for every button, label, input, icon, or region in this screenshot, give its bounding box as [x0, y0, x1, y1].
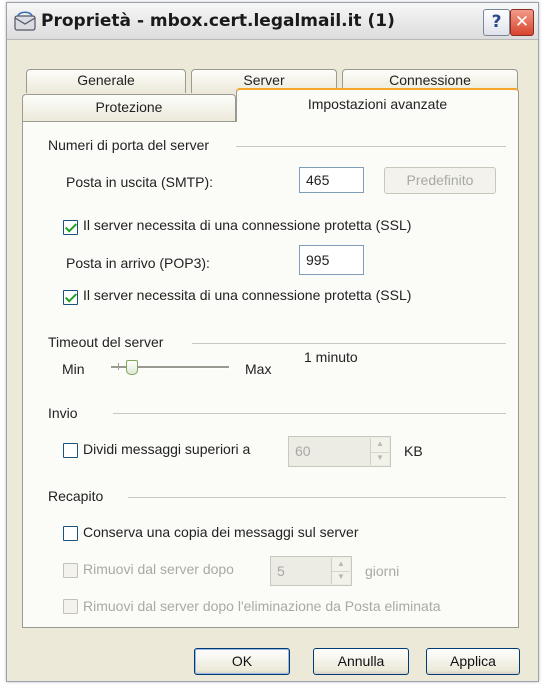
remove-after-days-input[interactable]: 5 ▲ ▼ [270, 556, 352, 586]
pop3-port-input[interactable]: 995 [299, 245, 364, 275]
apply-button[interactable]: Applica [426, 648, 520, 675]
group-divider [236, 146, 506, 147]
smtp-ssl-label: Il server necessita di una connessione p… [83, 217, 412, 233]
close-icon[interactable]: ✕ [510, 9, 534, 36]
help-icon[interactable]: ? [483, 9, 510, 36]
smtp-ssl-checkbox[interactable] [63, 220, 78, 235]
spin-down-icon[interactable]: ▼ [332, 571, 350, 584]
remove-deleted-checkbox[interactable] [63, 599, 78, 614]
spin-down-icon[interactable]: ▼ [371, 452, 389, 466]
default-button[interactable]: Predefinito [384, 167, 496, 194]
tab-protezione[interactable]: Protezione [22, 94, 236, 122]
split-size-value: 60 [295, 443, 311, 459]
group-divider [128, 497, 506, 498]
group-server-timeout: Timeout del server [48, 334, 164, 350]
split-size-spinner[interactable]: ▲ ▼ [370, 438, 389, 465]
smtp-port-label: Posta in uscita (SMTP): [66, 174, 214, 190]
remove-after-checkbox[interactable] [63, 563, 78, 578]
slider-tick [118, 363, 119, 370]
group-server-ports: Numeri di porta del server [48, 137, 210, 153]
group-divider [192, 343, 506, 344]
slider-max-label: Max [245, 361, 272, 377]
ok-button[interactable]: OK [194, 648, 290, 675]
split-unit-label: KB [404, 443, 423, 459]
pop3-ssl-label: Il server necessita di una connessione p… [83, 287, 412, 303]
timeout-value: 1 minuto [304, 349, 358, 365]
title-bar[interactable]: Proprietà - mbox.cert.legalmail.it (1) ?… [7, 3, 538, 40]
group-delivery: Recapito [48, 488, 104, 504]
split-size-input[interactable]: 60 ▲ ▼ [288, 436, 391, 467]
tab-generale[interactable]: Generale [26, 69, 186, 93]
window-title: Proprietà - mbox.cert.legalmail.it (1) [41, 11, 395, 31]
mail-account-icon [14, 11, 36, 31]
group-divider [113, 413, 506, 414]
smtp-port-input[interactable]: 465 [299, 167, 364, 193]
pop3-port-label: Posta in arrivo (POP3): [66, 255, 210, 271]
remove-deleted-label: Rimuovi dal server dopo l'eliminazione d… [83, 598, 441, 614]
split-messages-checkbox[interactable] [63, 443, 78, 458]
spin-up-icon[interactable]: ▲ [332, 558, 350, 572]
timeout-slider-thumb[interactable] [126, 360, 138, 375]
remove-after-label: Rimuovi dal server dopo [83, 561, 234, 577]
keep-copy-label: Conserva una copia dei messaggi sul serv… [83, 524, 359, 540]
tab-impostazioni-avanzate[interactable]: Impostazioni avanzate [236, 88, 519, 122]
remove-after-days-value: 5 [277, 563, 285, 579]
split-messages-label: Dividi messaggi superiori a [83, 441, 251, 457]
spin-up-icon[interactable]: ▲ [371, 438, 389, 453]
group-send: Invio [48, 405, 78, 421]
cancel-button[interactable]: Annulla [313, 648, 409, 675]
remove-after-unit-label: giorni [365, 563, 400, 579]
slider-min-label: Min [62, 361, 85, 377]
pop3-ssl-checkbox[interactable] [63, 290, 78, 305]
remove-after-spinner[interactable]: ▲ ▼ [331, 558, 350, 584]
keep-copy-checkbox[interactable] [63, 526, 78, 541]
